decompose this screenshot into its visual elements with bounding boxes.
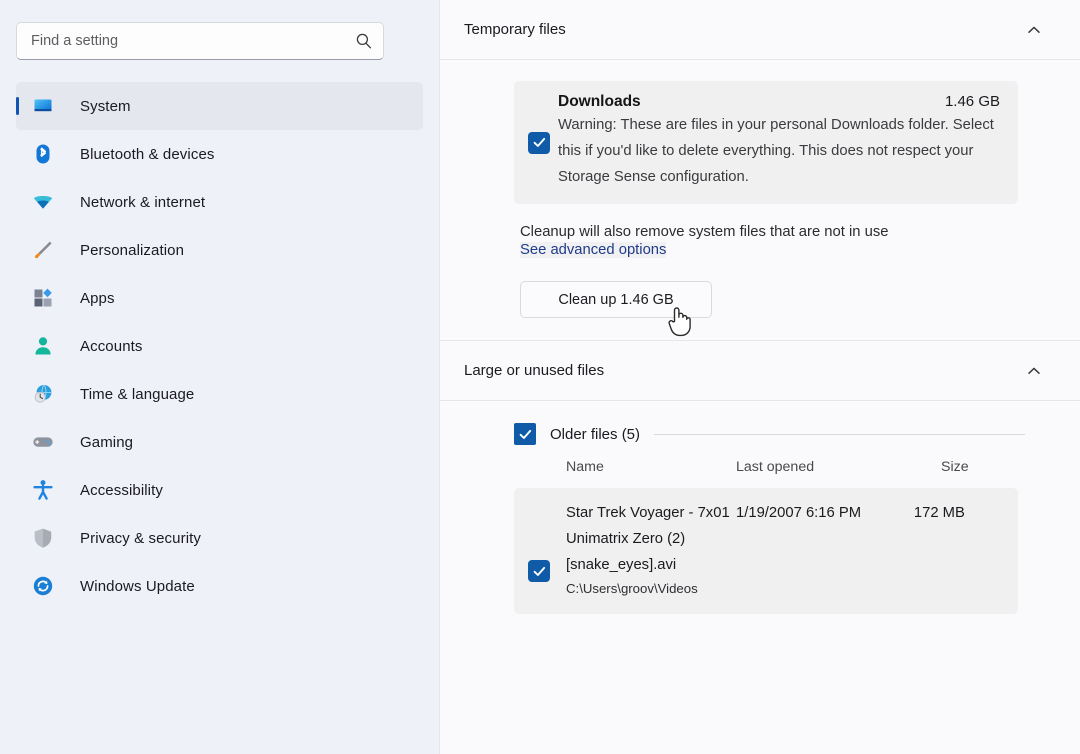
section-title: Temporary files — [464, 21, 566, 38]
see-advanced-options-link[interactable]: See advanced options — [520, 242, 666, 258]
divider — [440, 400, 1080, 401]
file-table-header: Name Last opened Size — [566, 459, 1080, 475]
refresh-icon — [32, 575, 54, 597]
sidebar-item-personalization[interactable]: Personalization — [16, 226, 423, 274]
chevron-up-icon[interactable] — [1026, 363, 1042, 379]
settings-window: System Bluetooth & devices Network & int… — [0, 0, 1080, 754]
content-panel: Temporary files Downloads 1.46 GB Warnin… — [440, 0, 1080, 754]
downloads-checkbox[interactable] — [528, 132, 550, 154]
clean-up-button[interactable]: Clean up 1.46 GB — [520, 281, 712, 318]
gamepad-icon — [32, 431, 54, 453]
paintbrush-icon — [32, 239, 54, 261]
sidebar: System Bluetooth & devices Network & int… — [0, 0, 440, 754]
sidebar-item-label: Bluetooth & devices — [80, 146, 214, 163]
sidebar-item-label: Personalization — [80, 242, 184, 259]
sidebar-item-bluetooth-devices[interactable]: Bluetooth & devices — [16, 130, 423, 178]
column-header-size: Size — [941, 459, 1061, 475]
apps-icon — [32, 287, 54, 309]
sidebar-item-label: Accounts — [80, 338, 143, 355]
column-header-last-opened: Last opened — [736, 459, 941, 475]
sidebar-item-label: Gaming — [80, 434, 133, 451]
sidebar-item-label: Windows Update — [80, 578, 195, 595]
search-input[interactable] — [31, 33, 355, 49]
spacer — [440, 318, 1080, 340]
person-icon — [32, 335, 54, 357]
temporary-files-body: Downloads 1.46 GB Warning: These are fil… — [440, 81, 1080, 340]
sidebar-item-label: Accessibility — [80, 482, 163, 499]
large-unused-files-header[interactable]: Large or unused files — [440, 341, 1080, 400]
temporary-files-header[interactable]: Temporary files — [440, 0, 1080, 59]
section-temporary-files: Temporary files Downloads 1.46 GB Warnin… — [440, 0, 1080, 340]
sidebar-item-label: Privacy & security — [80, 530, 201, 547]
column-header-name: Name — [566, 459, 736, 475]
sidebar-item-system[interactable]: System — [16, 82, 423, 130]
cleanup-note: Cleanup will also remove system files th… — [520, 224, 1080, 240]
table-row[interactable]: Star Trek Voyager - 7x01 Unimatrix Zero … — [514, 488, 1018, 614]
sidebar-item-accessibility[interactable]: Accessibility — [16, 466, 423, 514]
section-large-unused-files: Large or unused files Older files (5) Na… — [440, 341, 1080, 614]
globe-clock-icon — [32, 383, 54, 405]
file-name: Star Trek Voyager - 7x01 Unimatrix Zero … — [566, 500, 736, 578]
sidebar-item-network-internet[interactable]: Network & internet — [16, 178, 423, 226]
sidebar-item-time-language[interactable]: Time & language — [16, 370, 423, 418]
sidebar-item-label: System — [80, 98, 131, 115]
downloads-title: Downloads — [558, 93, 641, 111]
downloads-size: 1.46 GB — [945, 93, 1000, 110]
search-box[interactable] — [16, 22, 384, 60]
wifi-icon — [32, 191, 54, 213]
file-row-grid: Star Trek Voyager - 7x01 Unimatrix Zero … — [566, 500, 1018, 600]
older-files-checkbox[interactable] — [514, 423, 536, 445]
sidebar-item-gaming[interactable]: Gaming — [16, 418, 423, 466]
accessibility-icon — [32, 479, 54, 501]
sidebar-item-label: Network & internet — [80, 194, 205, 211]
sidebar-item-apps[interactable]: Apps — [16, 274, 423, 322]
downloads-description: Warning: These are files in your persona… — [558, 112, 1000, 190]
section-title: Large or unused files — [464, 362, 604, 379]
downloads-card[interactable]: Downloads 1.46 GB Warning: These are fil… — [514, 81, 1018, 204]
sidebar-item-privacy-security[interactable]: Privacy & security — [16, 514, 423, 562]
divider — [440, 59, 1080, 60]
group-rule — [654, 434, 1025, 435]
shield-icon — [32, 527, 54, 549]
sidebar-item-windows-update[interactable]: Windows Update — [16, 562, 423, 610]
sidebar-item-label: Time & language — [80, 386, 194, 403]
monitor-icon — [32, 95, 54, 117]
file-path: C:\Users\groov\Videos — [566, 578, 736, 600]
chevron-up-icon[interactable] — [1026, 22, 1042, 38]
search-container — [16, 22, 384, 60]
file-row-checkbox[interactable] — [528, 560, 550, 582]
older-files-label: Older files (5) — [550, 426, 640, 443]
file-size: 172 MB — [914, 500, 1018, 600]
downloads-topline: Downloads 1.46 GB — [558, 93, 1000, 111]
large-unused-files-body: Older files (5) Name Last opened Size St… — [440, 423, 1080, 614]
sidebar-item-label: Apps — [80, 290, 115, 307]
sidebar-nav: System Bluetooth & devices Network & int… — [0, 82, 439, 610]
search-icon[interactable] — [355, 32, 373, 50]
file-last-opened: 1/19/2007 6:16 PM — [736, 500, 914, 600]
sidebar-item-accounts[interactable]: Accounts — [16, 322, 423, 370]
bluetooth-icon — [32, 143, 54, 165]
file-name-cell: Star Trek Voyager - 7x01 Unimatrix Zero … — [566, 500, 736, 600]
older-files-group: Older files (5) — [514, 423, 1025, 445]
